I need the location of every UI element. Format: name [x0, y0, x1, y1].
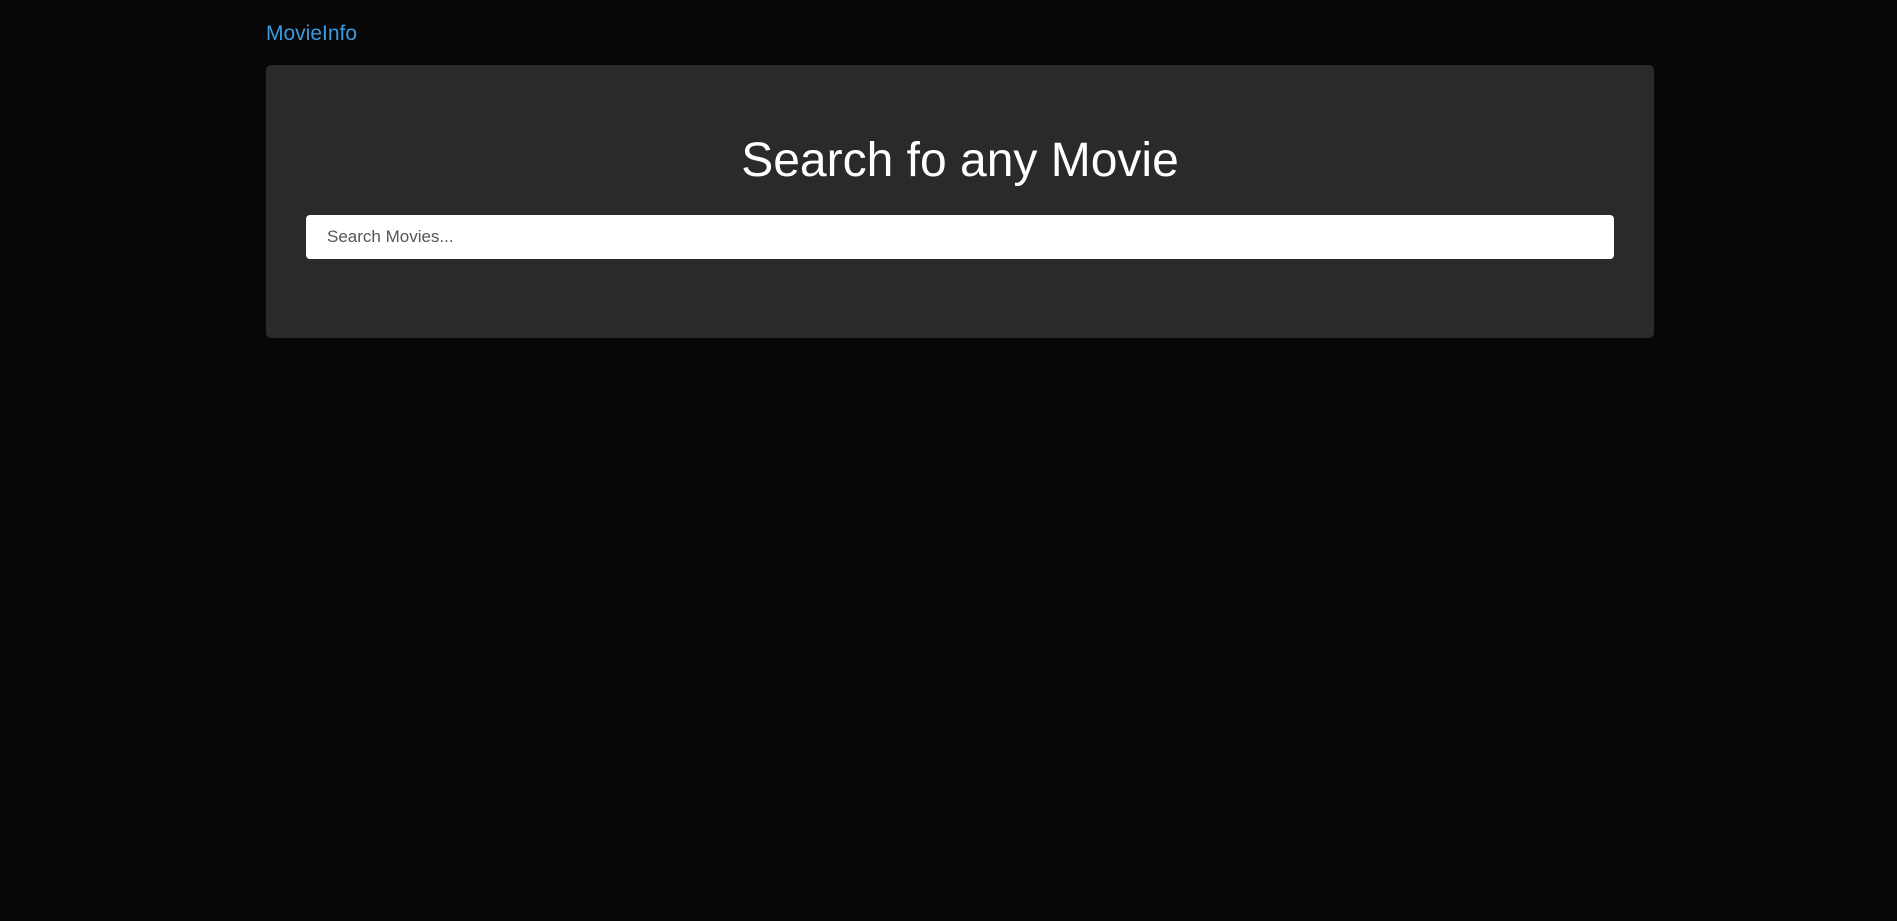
- page-title: Search fo any Movie: [741, 134, 1179, 187]
- page: MovieInfo Search fo any Movie: [0, 0, 1897, 921]
- search-input[interactable]: [306, 215, 1614, 259]
- brand-link[interactable]: MovieInfo: [266, 22, 357, 46]
- navbar: MovieInfo: [266, 18, 357, 50]
- search-panel: Search fo any Movie: [266, 65, 1654, 338]
